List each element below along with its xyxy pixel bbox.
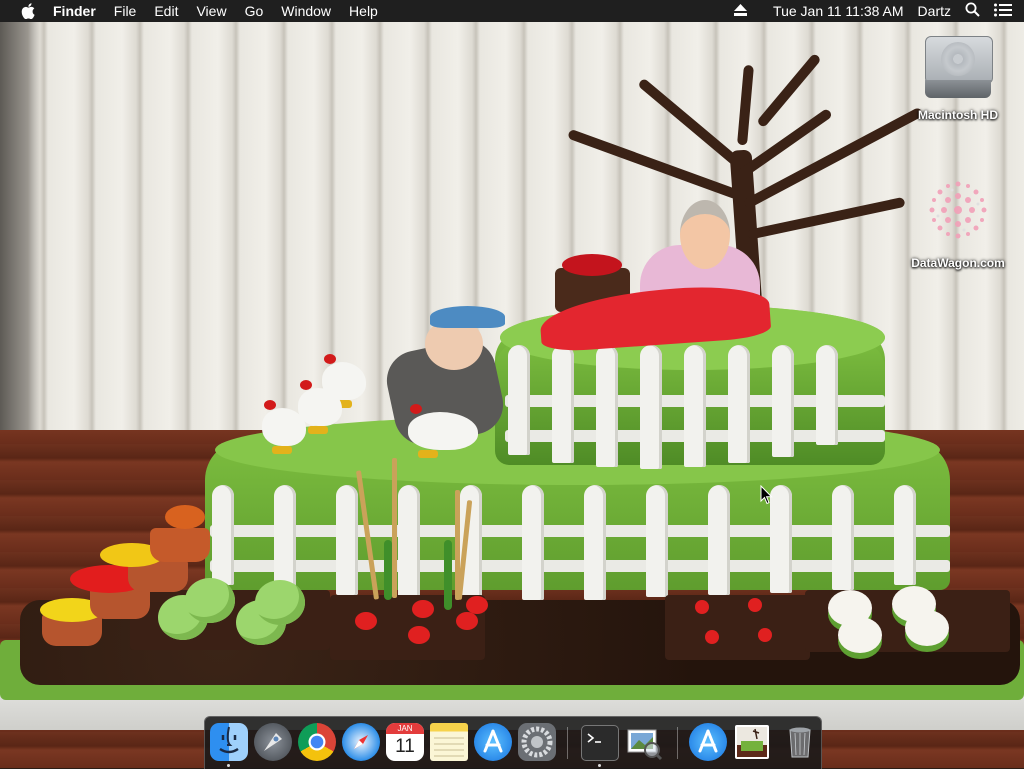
launchpad-icon[interactable]	[254, 723, 292, 761]
menu-window[interactable]: Window	[281, 0, 331, 22]
desktop-icon-datawagon[interactable]: DataWagon.com	[903, 170, 1013, 270]
desktop-wallpaper	[0, 0, 1024, 768]
wallpaper-hen	[408, 404, 478, 458]
desktop-icon-label: DataWagon.com	[911, 256, 1005, 270]
wallpaper-upper-fence	[508, 345, 838, 469]
desktop-icon-label: Macintosh HD	[917, 108, 998, 122]
dock: JAN 11	[204, 716, 822, 769]
wallpaper-hen	[262, 400, 306, 454]
datawagon-logo-icon	[918, 170, 998, 250]
image-thumbnail-icon[interactable]	[735, 725, 769, 759]
menu-help[interactable]: Help	[349, 0, 378, 22]
chrome-icon[interactable]	[298, 723, 336, 761]
running-indicator	[227, 764, 230, 767]
trash-icon[interactable]	[781, 723, 819, 761]
eject-icon[interactable]	[734, 3, 748, 19]
menu-bar: Finder File Edit View Go Window Help Tue…	[0, 0, 1024, 22]
terminal-icon[interactable]	[581, 725, 619, 761]
calendar-icon[interactable]: JAN 11	[386, 723, 424, 761]
wallpaper-tomato	[355, 612, 377, 630]
menu-go[interactable]: Go	[245, 0, 264, 22]
desktop-icon-macintosh-hd[interactable]: Macintosh HD	[903, 30, 1013, 122]
notification-center-icon[interactable]	[994, 3, 1012, 20]
app-store-icon[interactable]	[474, 723, 512, 761]
preview-icon[interactable]	[625, 723, 663, 761]
spotlight-search-icon[interactable]	[965, 2, 980, 20]
app-store-download-icon[interactable]	[689, 723, 727, 761]
calendar-month: JAN	[386, 723, 424, 734]
apple-logo-icon[interactable]	[18, 0, 38, 22]
menu-user-name[interactable]: Dartz	[918, 3, 951, 19]
safari-icon[interactable]	[342, 723, 380, 761]
hard-drive-icon	[923, 30, 993, 102]
running-indicator	[598, 764, 601, 767]
mouse-cursor-icon	[760, 484, 774, 505]
menu-app-name[interactable]: Finder	[53, 0, 96, 22]
dock-separator	[567, 727, 568, 759]
calendar-day: 11	[395, 736, 415, 757]
menu-edit[interactable]: Edit	[154, 0, 178, 22]
wallpaper-hen	[298, 380, 342, 434]
menu-file[interactable]: File	[114, 0, 137, 22]
menu-bar-status-area: Tue Jan 11 11:38 AM Dartz	[734, 0, 1024, 22]
dock-separator	[677, 727, 678, 759]
system-preferences-icon[interactable]	[518, 723, 556, 761]
menu-clock[interactable]: Tue Jan 11 11:38 AM	[773, 3, 904, 19]
notes-icon[interactable]	[430, 723, 468, 761]
wallpaper-lower-fence	[212, 485, 916, 600]
finder-icon[interactable]	[210, 723, 248, 761]
menu-view[interactable]: View	[196, 0, 226, 22]
